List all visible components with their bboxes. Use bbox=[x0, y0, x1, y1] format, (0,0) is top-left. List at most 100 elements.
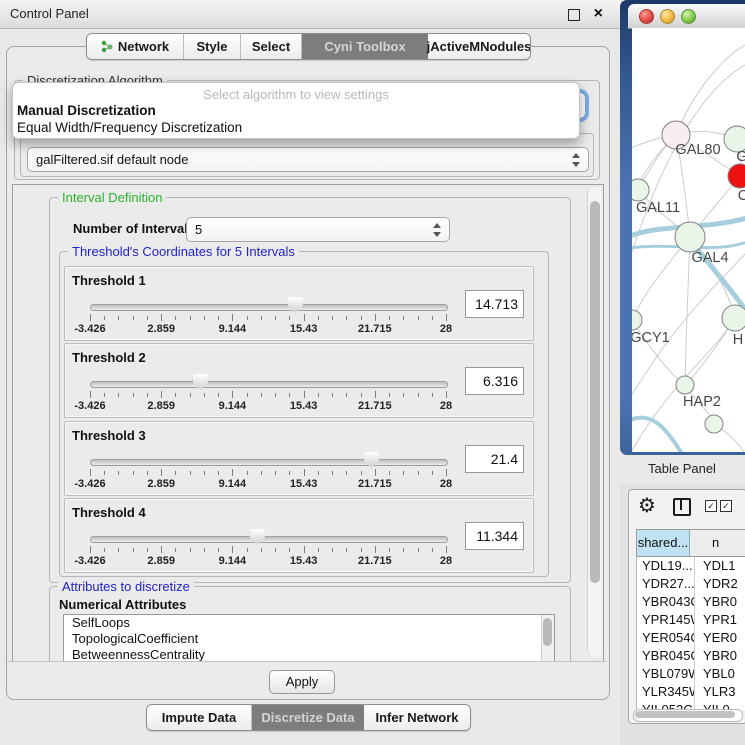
table-data-combobox[interactable]: galFiltered.sif default node bbox=[27, 147, 589, 172]
table-cell[interactable]: YBR0 bbox=[695, 593, 745, 611]
slider-tick bbox=[332, 393, 333, 397]
tab-cyni-toolbox[interactable]: Cyni Toolbox bbox=[302, 34, 428, 59]
table-cell[interactable]: YPR145W bbox=[637, 611, 695, 629]
zoom-traffic-light[interactable] bbox=[681, 9, 696, 24]
float-window-icon[interactable] bbox=[568, 9, 580, 21]
network-node-node-red-selected[interactable] bbox=[728, 164, 745, 188]
list-scrollbar-thumb[interactable] bbox=[543, 618, 552, 646]
table-cell[interactable]: YPR1 bbox=[695, 611, 745, 629]
checkbox-icon[interactable]: ✓ bbox=[705, 500, 717, 512]
table-row[interactable]: YDR27...YDR2 bbox=[637, 575, 745, 593]
minimize-traffic-light[interactable] bbox=[660, 9, 675, 24]
table-cell[interactable]: YDR2 bbox=[695, 575, 745, 593]
slider-tick bbox=[90, 469, 91, 476]
network-edge[interactable] bbox=[676, 44, 745, 135]
slider-tick bbox=[446, 469, 447, 476]
numerical-attribute-item[interactable]: SelfLoops bbox=[64, 615, 554, 631]
number-of-intervals-combobox[interactable]: 5 bbox=[186, 217, 450, 242]
table-cell[interactable]: YDR27... bbox=[637, 575, 695, 593]
threshold-value-field[interactable]: 14.713 bbox=[465, 290, 524, 318]
table-column-header[interactable]: n bbox=[690, 530, 745, 556]
bottom-tab-infer-network[interactable]: Infer Network bbox=[364, 705, 470, 730]
slider-tick-label: 9.144 bbox=[219, 323, 247, 335]
table-row[interactable]: YBL079WYBL0 bbox=[637, 665, 745, 683]
slider-tick bbox=[275, 316, 276, 320]
threshold-slider-track[interactable] bbox=[90, 459, 448, 466]
settings-scrollbar-thumb[interactable] bbox=[590, 201, 600, 583]
table-cell[interactable]: YER0 bbox=[695, 629, 745, 647]
table-cell[interactable]: YBR045C bbox=[637, 647, 695, 665]
threshold-slider-track[interactable] bbox=[90, 381, 448, 388]
slider-tick bbox=[275, 471, 276, 475]
network-node-GCY1[interactable] bbox=[632, 310, 642, 330]
threshold-slider-track[interactable] bbox=[90, 536, 448, 543]
slider-tick-label: 15.43 bbox=[290, 400, 318, 412]
tab-jactivemnodules[interactable]: jActiveMNodules bbox=[428, 34, 530, 59]
network-node-GAL11[interactable] bbox=[632, 179, 649, 201]
network-node-HAP2[interactable] bbox=[676, 376, 694, 394]
threshold-panel-2: Threshold 2-3.4262.8599.14415.4321.71528… bbox=[64, 343, 534, 418]
table-horizontal-scrollbar-thumb[interactable] bbox=[635, 711, 735, 718]
bottom-tab-impute-data[interactable]: Impute Data bbox=[147, 705, 252, 730]
tab-style[interactable]: Style bbox=[184, 34, 241, 59]
popup-item-manual-discretization[interactable]: Manual Discretization bbox=[17, 103, 156, 118]
slider-tick bbox=[304, 546, 305, 553]
slider-tick-label: 21.715 bbox=[358, 478, 392, 490]
tab-label: jActiveMNodules bbox=[427, 34, 531, 59]
threshold-value-field[interactable]: 6.316 bbox=[465, 367, 524, 395]
network-window-titlebar[interactable] bbox=[628, 4, 745, 29]
checkbox-icon[interactable]: ✓ bbox=[720, 500, 732, 512]
table-settings-gear-icon[interactable]: ⚙ bbox=[638, 493, 656, 518]
slider-tick bbox=[118, 471, 119, 475]
table-row[interactable]: YBR043CYBR0 bbox=[637, 593, 745, 611]
table-horizontal-scrollbar[interactable] bbox=[633, 709, 743, 722]
slider-tick bbox=[389, 548, 390, 552]
numerical-attributes-list[interactable]: SelfLoopsTopologicalCoefficientBetweenne… bbox=[63, 614, 555, 662]
list-scrollbar[interactable] bbox=[541, 615, 554, 662]
table-cell[interactable]: YBL0 bbox=[695, 665, 745, 683]
table-cell[interactable]: YBR0 bbox=[695, 647, 745, 665]
network-edge[interactable] bbox=[685, 237, 690, 385]
slider-tick bbox=[403, 471, 404, 475]
slider-tick bbox=[403, 316, 404, 320]
threshold-value-field[interactable]: 11.344 bbox=[465, 522, 524, 550]
slider-tick bbox=[218, 393, 219, 397]
tab-select[interactable]: Select bbox=[241, 34, 302, 59]
slider-tick bbox=[118, 393, 119, 397]
threshold-slider-track[interactable] bbox=[90, 304, 448, 311]
popup-item-equal-width-frequency[interactable]: Equal Width/Frequency Discretization bbox=[17, 120, 242, 135]
slider-tick bbox=[375, 469, 376, 476]
apply-button[interactable]: Apply bbox=[269, 670, 335, 694]
slider-tick bbox=[318, 393, 319, 397]
table-row[interactable]: YDL19...YDL1 bbox=[637, 557, 745, 575]
table-cell[interactable]: YBL079W bbox=[637, 665, 695, 683]
threshold-value-field[interactable]: 21.4 bbox=[465, 445, 524, 473]
split-columns-icon[interactable] bbox=[673, 498, 691, 516]
tab-label: Style bbox=[196, 34, 227, 59]
network-canvas[interactable]: GAL80GCGAL11GAL4GCY1HHAP2 bbox=[632, 28, 745, 452]
table-cell[interactable]: YLR345W bbox=[637, 683, 695, 701]
table-cell[interactable]: YDL1 bbox=[695, 557, 745, 575]
network-edge-thick[interactable] bbox=[632, 418, 682, 452]
bottom-tab-discretize-data[interactable]: Discretize Data bbox=[252, 705, 364, 730]
table-row[interactable]: YLR345WYLR3 bbox=[637, 683, 745, 701]
network-node-node-right-mid[interactable] bbox=[722, 305, 745, 331]
table-cell[interactable]: YBR043C bbox=[637, 593, 695, 611]
table-row[interactable]: YPR145WYPR1 bbox=[637, 611, 745, 629]
network-node-node-bottom[interactable] bbox=[705, 415, 723, 433]
table-cell[interactable]: YER054C bbox=[637, 629, 695, 647]
network-node-GAL4[interactable] bbox=[675, 222, 705, 252]
close-traffic-light[interactable] bbox=[639, 9, 654, 24]
numerical-attribute-item[interactable]: BetweennessCentrality bbox=[64, 647, 554, 662]
table-row[interactable]: YBR045CYBR0 bbox=[637, 647, 745, 665]
table-cell[interactable]: YDL19... bbox=[637, 557, 695, 575]
slider-tick bbox=[346, 471, 347, 475]
table-cell[interactable]: YLR3 bbox=[695, 683, 745, 701]
table-column-header[interactable]: shared... bbox=[637, 530, 690, 556]
numerical-attribute-item[interactable]: TopologicalCoefficient bbox=[64, 631, 554, 647]
close-icon[interactable]: × bbox=[594, 4, 603, 24]
table-row[interactable]: YER054CYER0 bbox=[637, 629, 745, 647]
tab-network[interactable]: Network bbox=[87, 34, 184, 59]
settings-scrollbar[interactable] bbox=[587, 187, 602, 657]
network-node-label: H bbox=[733, 332, 743, 348]
